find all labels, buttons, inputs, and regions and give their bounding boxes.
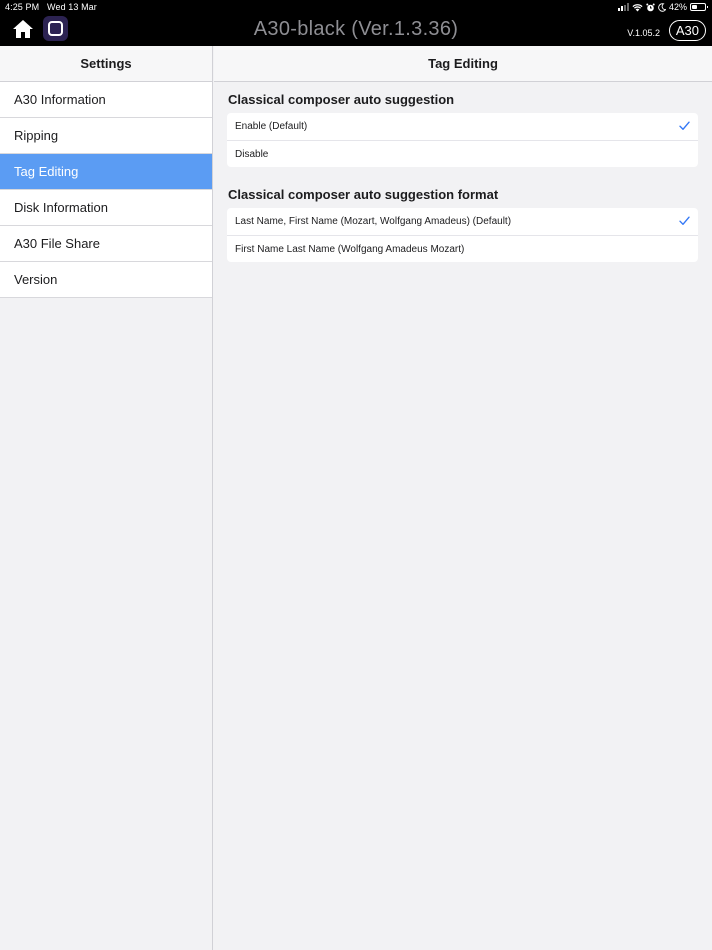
do-not-disturb-moon-icon xyxy=(658,2,666,12)
alarm-icon xyxy=(646,3,655,11)
sidebar-item-label: A30 File Share xyxy=(14,236,100,251)
sidebar-item-label: Version xyxy=(14,272,58,287)
sidebar-title: Settings xyxy=(0,46,212,82)
battery-fill xyxy=(692,5,698,9)
sidebar-item-label: Tag Editing xyxy=(14,164,79,179)
option-row[interactable]: Disable xyxy=(227,140,698,167)
option-group: Last Name, First Name (Mozart, Wolfgang … xyxy=(227,208,698,262)
sidebar-item-tag-editing[interactable]: Tag Editing xyxy=(0,154,212,190)
option-row[interactable]: First Name Last Name (Wolfgang Amadeus M… xyxy=(227,235,698,262)
section-title: Classical composer auto suggestion forma… xyxy=(228,187,499,202)
cellular-signal-icon xyxy=(617,3,629,11)
battery-icon xyxy=(690,3,708,11)
option-row[interactable]: Last Name, First Name (Mozart, Wolfgang … xyxy=(227,208,698,235)
top-bar: 4:25 PM Wed 13 Mar 42% A30-black (Ver.1.… xyxy=(0,0,712,46)
status-date-text: Wed 13 Mar xyxy=(47,2,97,12)
sidebar-item-a30-file-share[interactable]: A30 File Share xyxy=(0,226,212,262)
app-title: A30-black (Ver.1.3.36) xyxy=(253,18,459,40)
settings-sidebar: Settings A30 Information Ripping Tag Editi… xyxy=(0,46,213,950)
page-title: Tag Editing xyxy=(214,46,712,82)
sidebar-item-label: A30 Information xyxy=(14,92,106,107)
section-title: Classical composer auto suggestion xyxy=(228,92,455,107)
option-label: First Name Last Name (Wolfgang Amadeus M… xyxy=(235,243,465,255)
main-panel: Tag Editing Classical composer auto sugg… xyxy=(214,46,712,950)
sidebar-item-label: Ripping xyxy=(14,128,59,143)
sidebar-item-label: Disk Information xyxy=(14,200,108,215)
status-indicators: 42% xyxy=(617,1,708,13)
app-version: V.1.05.2 xyxy=(627,28,660,38)
option-label: Last Name, First Name (Mozart, Wolfgang … xyxy=(235,216,512,227)
option-group: Enable (Default) Disable xyxy=(227,113,698,167)
sidebar-item-disk-information[interactable]: Disk Information xyxy=(0,190,212,226)
settings-sections: Classical composer auto suggestion Enable… xyxy=(214,82,712,262)
sidebar-item-ripping[interactable]: Ripping xyxy=(0,118,212,154)
checkmark-icon xyxy=(679,216,690,226)
sidebar-list: A30 Information Ripping Tag Editing Disk In… xyxy=(0,82,212,298)
sidebar-item-a30-information[interactable]: A30 Information xyxy=(0,82,212,118)
sidebar-item-version[interactable]: Version xyxy=(0,262,212,298)
status-time-text: 4:25 PM xyxy=(5,2,40,12)
option-label: Enable (Default) xyxy=(235,121,308,132)
status-time: 4:25 PM Wed 13 Mar xyxy=(5,2,97,12)
option-label: Disable xyxy=(235,148,269,160)
checkmark-icon xyxy=(679,121,690,131)
option-row[interactable]: Enable (Default) xyxy=(227,113,698,140)
device-badge[interactable]: A30 xyxy=(668,20,706,41)
battery-percent: 42% xyxy=(668,2,687,12)
wifi-icon xyxy=(632,3,643,11)
